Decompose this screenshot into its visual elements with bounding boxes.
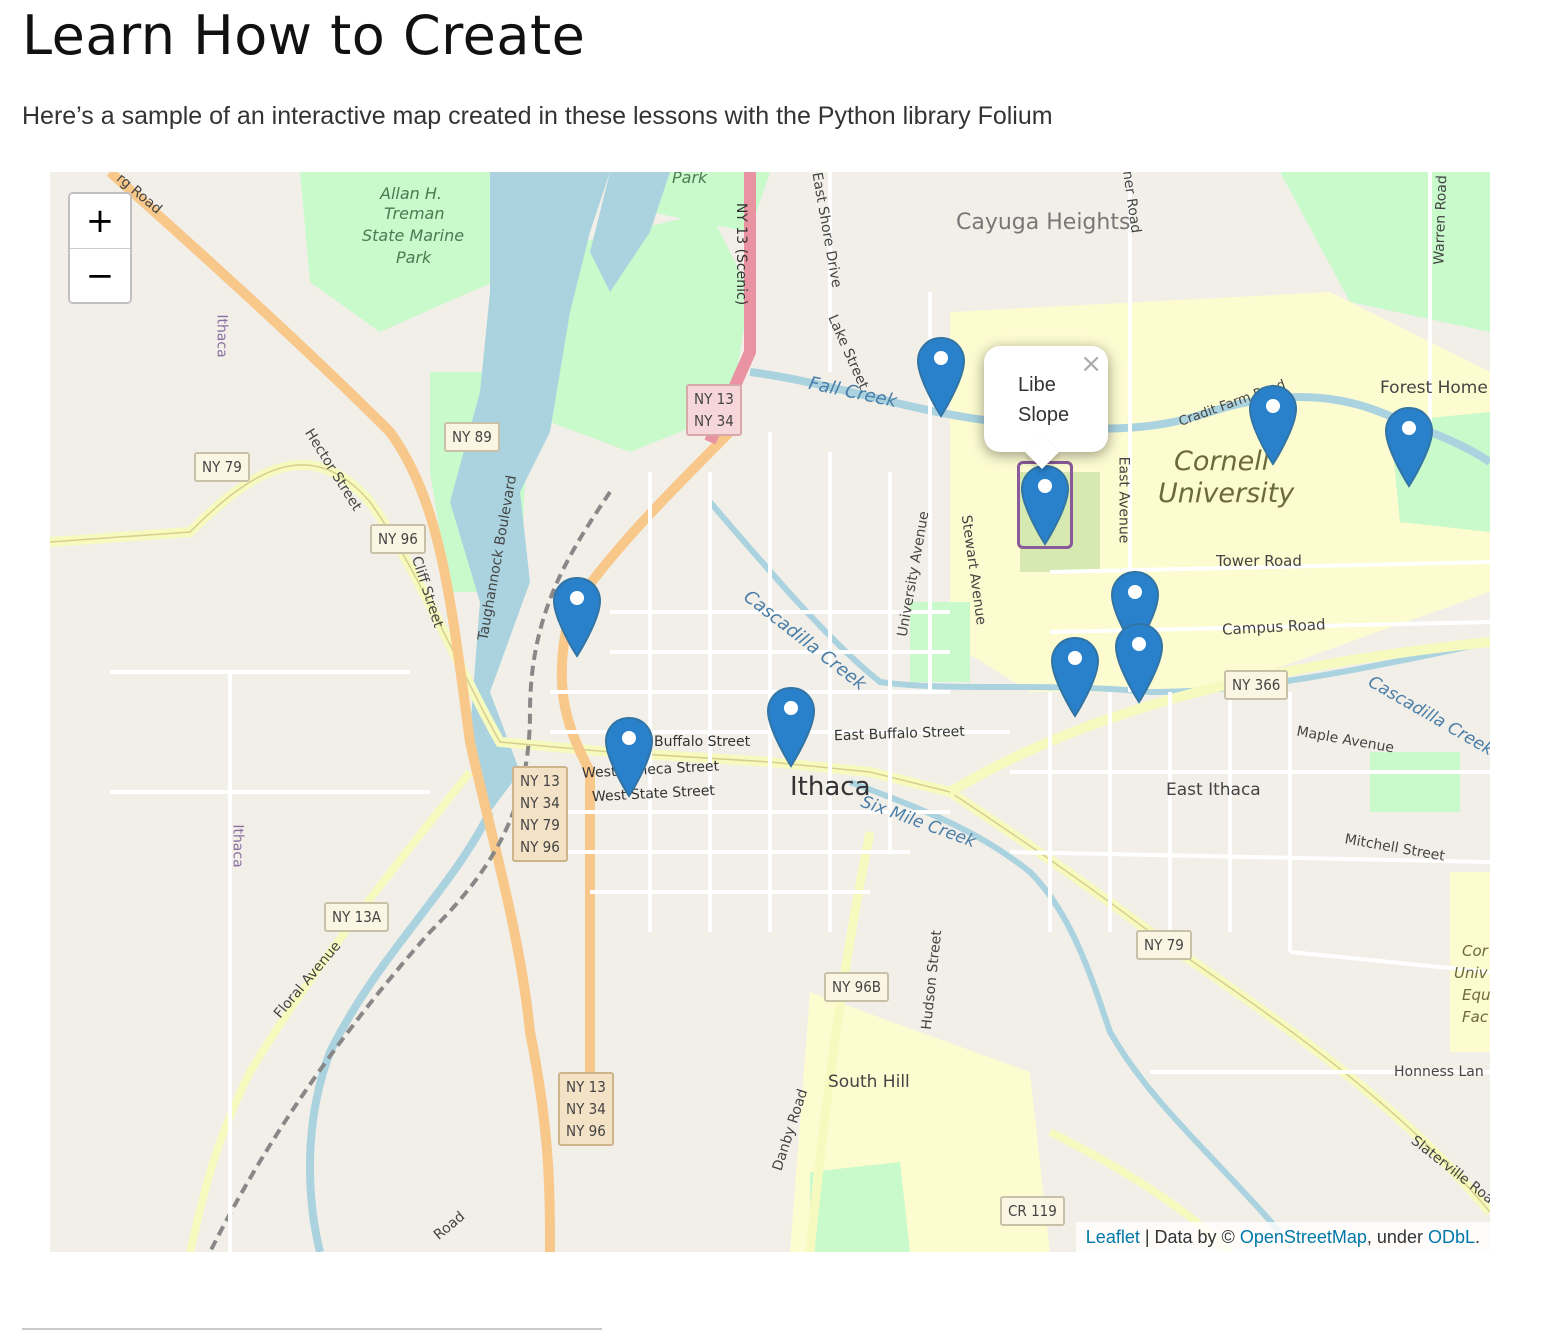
attribution-under: , under bbox=[1366, 1227, 1428, 1247]
marker-collegetown[interactable] bbox=[1050, 636, 1100, 718]
map[interactable]: Cayuga Heights Cornell University Ithaca… bbox=[50, 172, 1490, 1252]
shield-ny13-34-96-south: NY 13 NY 34 NY 96 bbox=[558, 1072, 614, 1146]
page-title: Learn How to Create bbox=[22, 4, 586, 67]
zoom-control: + − bbox=[68, 192, 132, 304]
shield-ny79-west: NY 79 bbox=[194, 452, 250, 482]
shield-ny89: NY 89 bbox=[444, 422, 500, 452]
marker-cascadilla-east[interactable] bbox=[1114, 622, 1164, 704]
marker-libe-slope[interactable] bbox=[1017, 461, 1073, 549]
shield-ny79-east: NY 79 bbox=[1136, 930, 1192, 960]
marker-downtown[interactable] bbox=[766, 686, 816, 768]
shield-cr119: CR 119 bbox=[1000, 1196, 1065, 1226]
marker-west-end[interactable] bbox=[552, 576, 602, 658]
marker-forest-home[interactable] bbox=[1384, 406, 1434, 488]
attribution-separator: | Data by © bbox=[1139, 1227, 1240, 1247]
divider bbox=[22, 1328, 602, 1330]
popup-text: Libe Slope bbox=[1018, 374, 1070, 426]
leaflet-link[interactable]: Leaflet bbox=[1086, 1227, 1140, 1247]
odbl-link[interactable]: ODbL bbox=[1428, 1227, 1475, 1247]
openstreetmap-link[interactable]: OpenStreetMap bbox=[1240, 1227, 1367, 1247]
attribution-end: . bbox=[1474, 1227, 1480, 1247]
shield-ny13-ny34-north: NY 13 NY 34 bbox=[686, 384, 742, 436]
zoom-out-button[interactable]: − bbox=[70, 248, 130, 302]
shield-ny96-west: NY 96 bbox=[370, 524, 426, 554]
marker-beebe-lake[interactable] bbox=[1248, 384, 1298, 466]
shield-ny13-34-79-96: NY 13 NY 34 NY 79 NY 96 bbox=[512, 766, 568, 862]
marker-fall-creek[interactable] bbox=[916, 336, 966, 418]
marker-west-state[interactable] bbox=[604, 716, 654, 798]
shield-ny96b: NY 96B bbox=[824, 972, 890, 1002]
shield-ny366: NY 366 bbox=[1224, 670, 1289, 700]
marker-popup: Libe Slope × bbox=[984, 346, 1108, 469]
shield-ny13a: NY 13A bbox=[324, 902, 390, 932]
page-subtitle: Here’s a sample of an interactive map cr… bbox=[22, 102, 1053, 130]
popup-close-button[interactable]: × bbox=[1080, 351, 1102, 377]
zoom-in-button[interactable]: + bbox=[70, 194, 130, 248]
map-attribution: Leaflet | Data by © OpenStreetMap, under… bbox=[1075, 1222, 1490, 1252]
